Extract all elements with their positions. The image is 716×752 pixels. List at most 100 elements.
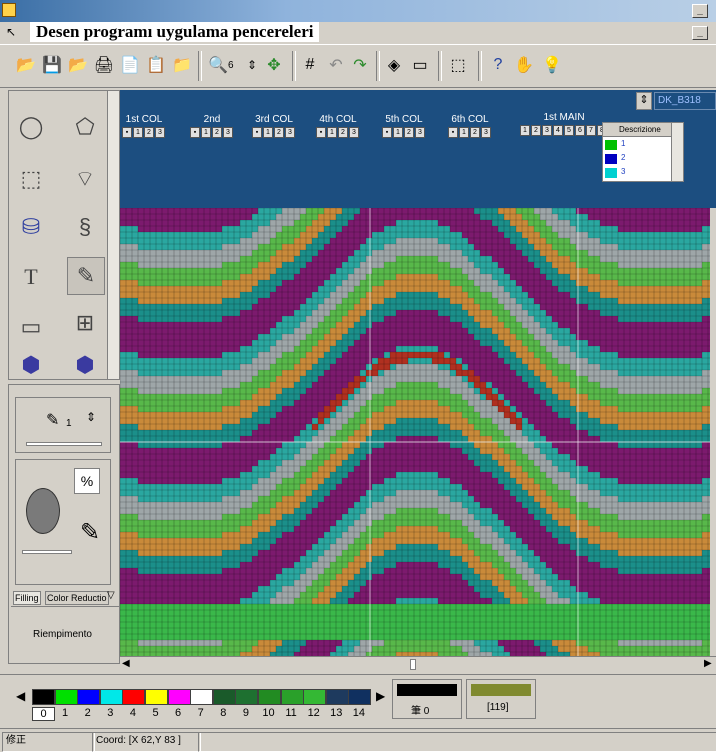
brush-pen-icon[interactable]: ✎ (80, 518, 100, 547)
main-cell[interactable]: 1 (520, 125, 530, 136)
tabs-dropdown-icon[interactable]: ▽ (107, 590, 115, 601)
scroll-right-icon[interactable]: ▶ (704, 658, 712, 669)
pencil-tool-icon[interactable]: ✎ (67, 257, 105, 295)
window-view-icon[interactable]: ▭ (408, 53, 432, 77)
redo-icon[interactable]: ↷ (348, 53, 372, 77)
brush-size-spinner-icon[interactable]: ⇕ (86, 410, 96, 424)
selection-icon[interactable]: ⬚ (446, 53, 470, 77)
description-scrollbar[interactable] (671, 123, 683, 181)
toolbar-separator (376, 51, 380, 81)
hand-icon[interactable]: ✋ (512, 53, 536, 77)
save-icon[interactable]: 💾 (40, 53, 64, 77)
description-row[interactable]: 2 (603, 152, 671, 166)
main-cell[interactable]: 6 (575, 125, 585, 136)
palette-swatch[interactable] (122, 689, 146, 705)
title-overlay: Desen programı uygulama pencereleri (30, 22, 320, 42)
palette-swatch[interactable] (77, 689, 101, 705)
current-color-swatch[interactable] (397, 684, 457, 696)
main-cell[interactable]: 5 (564, 125, 574, 136)
ruler-icon[interactable]: ▭ (13, 309, 49, 345)
palette-swatch[interactable] (190, 689, 214, 705)
description-row[interactable]: 3 (603, 166, 671, 180)
col-group-3: 3rd COL ▪ 1 2 3 (252, 114, 296, 138)
child-minimize-button[interactable]: _ (692, 26, 708, 40)
design-spinner-icon[interactable]: ⇕ (636, 92, 652, 110)
palette-swatch[interactable] (258, 689, 281, 705)
palette-swatch[interactable] (32, 689, 55, 705)
zoom-spinner-icon[interactable]: ⇕ (240, 53, 264, 77)
copy-icon[interactable]: 📄 (118, 53, 142, 77)
col-group-label: 6th COL (451, 114, 489, 125)
main-cell[interactable]: 7 (586, 125, 596, 136)
palette-swatch[interactable] (212, 689, 236, 705)
help-icon[interactable]: ? (486, 53, 510, 77)
cube-tool-icon[interactable]: ⬢ (67, 347, 103, 383)
window-title-bar: _ (0, 0, 716, 22)
palette-swatch-number: 6 (175, 707, 182, 719)
brush-size-box: ✎ 1 ⇕ (15, 397, 111, 453)
brush-size-slider[interactable] (26, 442, 102, 446)
main-cell[interactable]: 4 (553, 125, 563, 136)
lasso-select-icon[interactable]: ⌔ (67, 161, 103, 197)
brush-size-value: 1 (66, 418, 72, 429)
palette-swatch-number: 1 (62, 707, 69, 719)
palette-swatch[interactable] (145, 689, 168, 705)
open-file-icon[interactable]: 📂 (66, 53, 90, 77)
secondary-color-swatch[interactable] (471, 684, 531, 696)
palette-swatch[interactable] (167, 689, 191, 705)
scroll-left-icon[interactable]: ◀ (122, 658, 130, 669)
system-menu-icon[interactable]: ↖ (6, 25, 16, 39)
paste-icon[interactable]: 📋 (144, 53, 168, 77)
palette-swatch[interactable] (325, 689, 349, 705)
folder-icon[interactable]: 📁 (170, 53, 194, 77)
rect-select-icon[interactable]: ⬚ (13, 161, 49, 197)
pen-icon: ✎ (46, 412, 60, 429)
secondary-color-box: [119] (466, 679, 536, 719)
palette-swatch[interactable] (235, 689, 259, 705)
pattern-grid[interactable] (120, 208, 710, 656)
palette-swatch[interactable] (99, 689, 123, 705)
fill-bucket-icon[interactable]: ⛁ (13, 209, 49, 245)
col-group-label: 1st COL (125, 114, 163, 125)
description-row[interactable]: 1 (603, 138, 671, 152)
palette-left-arrow-icon[interactable]: ◀ (16, 689, 25, 703)
stamp-tool-icon[interactable]: ⊞ (67, 305, 103, 341)
palette-swatch[interactable] (280, 689, 304, 705)
tab-filling[interactable]: Filling (13, 591, 41, 605)
palette-swatch-number: 2 (84, 707, 91, 719)
horizontal-scrollbar[interactable]: ◀ ▶ (120, 656, 716, 672)
text-tool-icon[interactable]: T (13, 259, 49, 295)
col-group-1: 1st COL ▪ 1 2 3 (122, 114, 166, 138)
main-cell[interactable]: 2 (531, 125, 541, 136)
polygon-tool-icon[interactable]: ⬠ (67, 109, 103, 145)
col-group-5: 5th COL ▪ 1 2 3 (382, 114, 426, 138)
tip-icon[interactable]: 💡 (540, 53, 564, 77)
tab-color-reduction[interactable]: Color Reductio (45, 591, 109, 605)
open-folder-icon[interactable]: 📂 (14, 53, 38, 77)
brush-opacity-slider[interactable] (22, 550, 72, 554)
design-name-field[interactable]: DK_B318 (654, 92, 716, 110)
grid-icon[interactable]: # (298, 53, 322, 77)
brush-options-panel: ✎ 1 ⇕ % ✎ Filling Color Reductio ▽ Riemp… (8, 384, 120, 664)
zoom-icon[interactable]: 🔍 (206, 53, 230, 77)
print-icon[interactable]: 🖨 (92, 53, 116, 77)
palette-right-arrow-icon[interactable]: ▶ (376, 689, 385, 703)
pattern-canvas[interactable] (120, 208, 710, 656)
zoom-value: 6 (228, 60, 234, 71)
curve-tool-icon[interactable]: § (67, 209, 103, 245)
3d-view-icon[interactable]: ◈ (382, 53, 406, 77)
status-coordinates: Coord: [X 62,Y 83 ] (92, 732, 201, 752)
cube-tool-icon[interactable]: ⬢ (13, 347, 49, 383)
ellipse-tool-icon[interactable]: ◯ (13, 109, 49, 145)
palette-swatch[interactable] (348, 689, 372, 705)
palette-swatch[interactable] (303, 689, 327, 705)
tools-scrollbar[interactable] (107, 91, 119, 379)
fit-view-icon[interactable]: ✥ (262, 53, 286, 77)
minimize-button[interactable]: _ (692, 4, 708, 18)
palette-swatch[interactable] (54, 689, 78, 705)
palette-swatch-number: 13 (330, 707, 343, 719)
main-cell[interactable]: 3 (542, 125, 552, 136)
undo-icon[interactable]: ↶ (324, 53, 348, 77)
scroll-thumb[interactable] (410, 659, 416, 670)
percent-icon[interactable]: % (74, 468, 100, 494)
